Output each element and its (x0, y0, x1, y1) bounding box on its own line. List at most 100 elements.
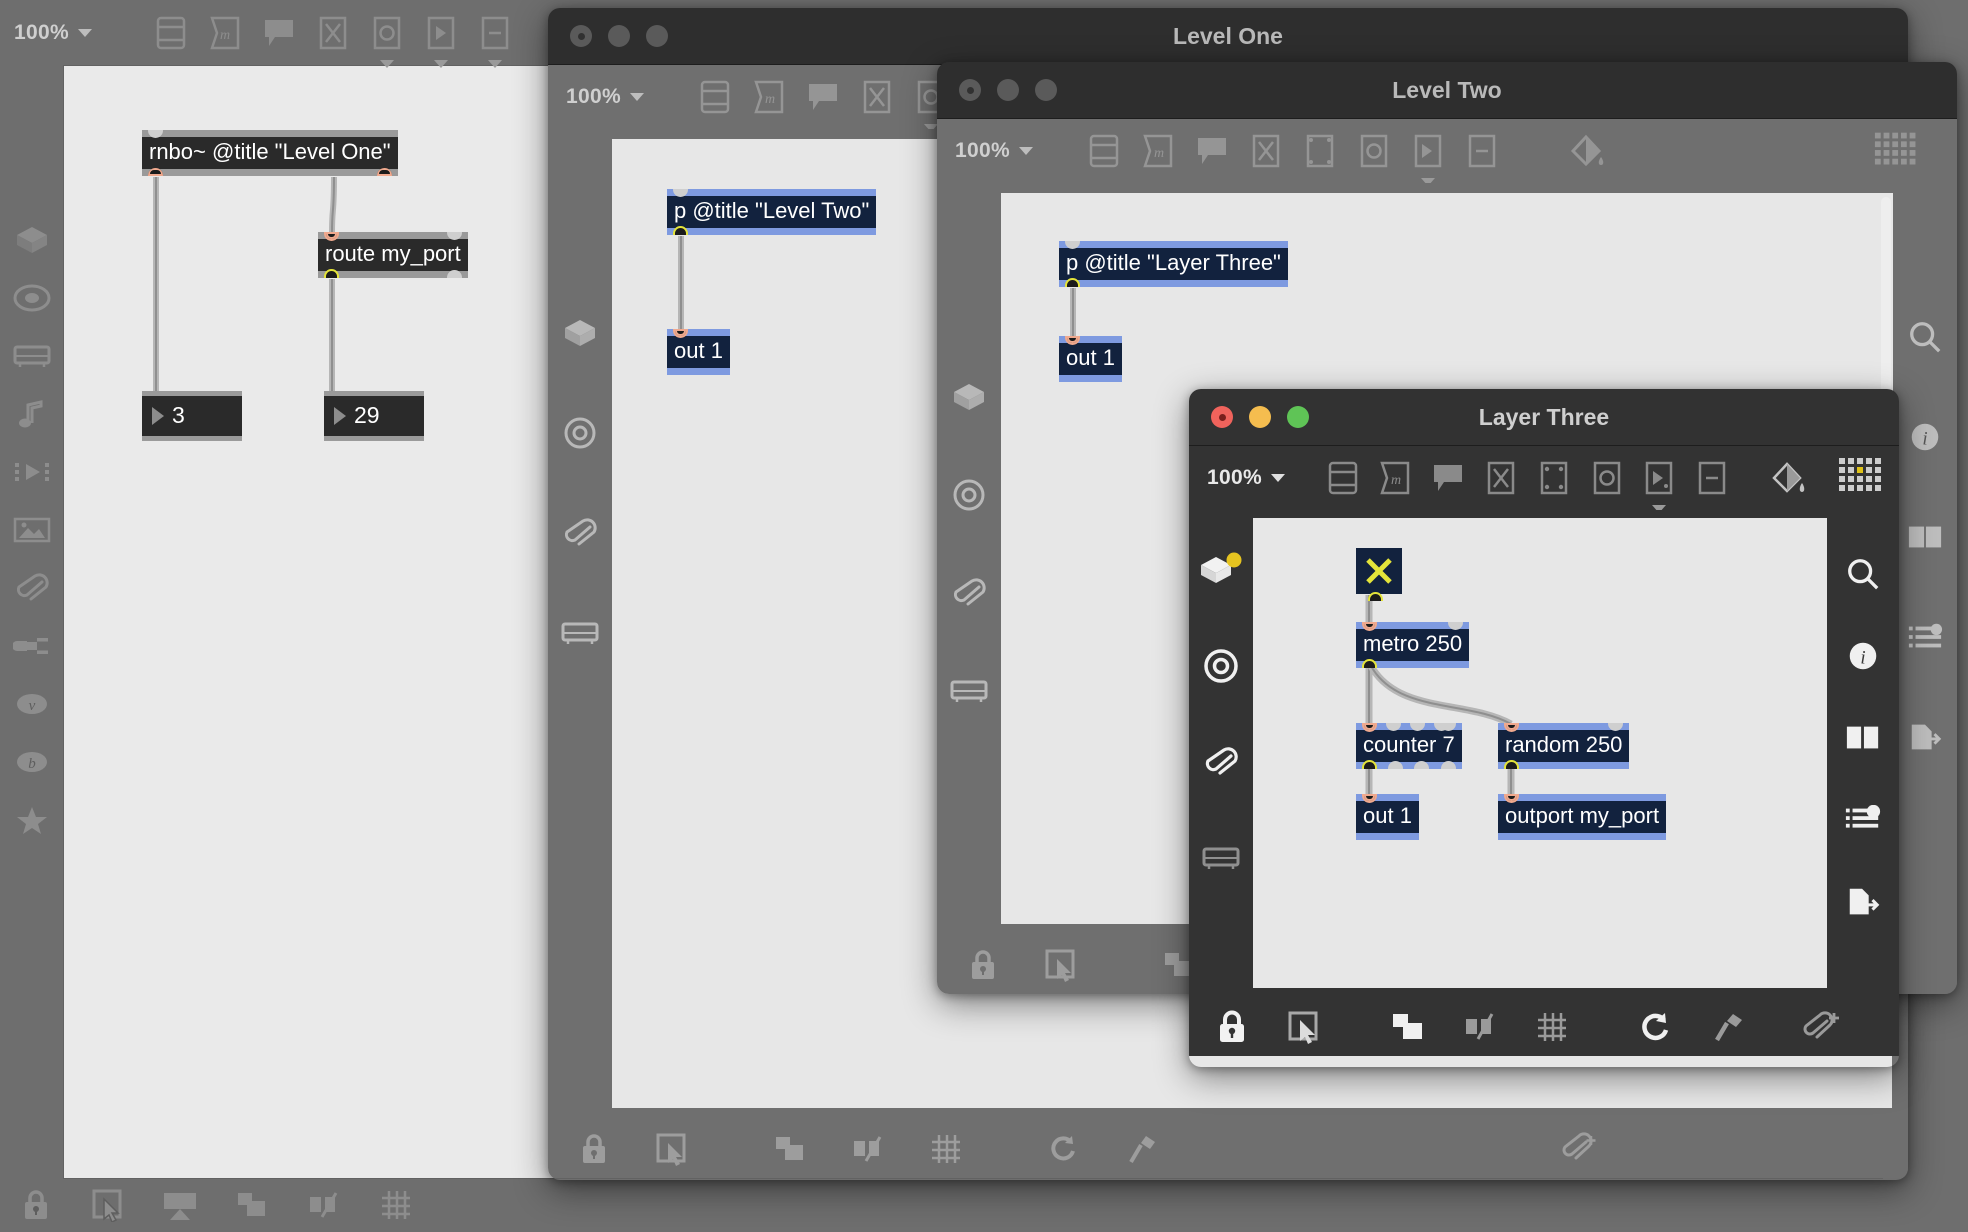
toggle-object[interactable] (1356, 548, 1402, 601)
paint-icon[interactable] (1760, 455, 1813, 501)
message-icon[interactable]: m (198, 10, 252, 56)
window-bottom-toolbar[interactable] (548, 1120, 1908, 1178)
toggle-icon[interactable] (1475, 455, 1528, 501)
message-icon[interactable]: m (742, 74, 796, 120)
comment-icon[interactable] (1185, 128, 1239, 174)
chevron-down-icon[interactable] (379, 60, 394, 68)
rnbo-object[interactable]: rnbo~ @title "Level One" (142, 130, 398, 176)
refresh-icon[interactable] (1631, 1003, 1681, 1051)
arrange-icon[interactable] (762, 1125, 818, 1173)
minimize-button[interactable] (997, 79, 1019, 101)
edit-cursor-icon[interactable] (1033, 941, 1089, 989)
close-button[interactable] (1211, 406, 1233, 428)
vizzie-icon[interactable]: v (4, 680, 60, 728)
panel-icon[interactable] (468, 10, 522, 68)
paperclip-icon[interactable] (552, 509, 608, 557)
window-left-sidebar[interactable] (937, 183, 1001, 936)
inlet[interactable] (1065, 336, 1080, 345)
root-left-sidebar[interactable]: v b (0, 66, 64, 1178)
edit-cursor-icon[interactable] (80, 1181, 136, 1229)
comment-icon[interactable] (252, 10, 306, 56)
comment-icon[interactable] (796, 74, 850, 120)
window-toolbar[interactable]: 100% m (1189, 446, 1899, 513)
window-left-sidebar[interactable] (548, 129, 612, 1120)
hammer-icon[interactable] (1114, 1125, 1170, 1173)
inlet-left[interactable] (1504, 723, 1519, 732)
inlet[interactable] (673, 329, 688, 338)
zoom-control[interactable]: 100% (955, 139, 1033, 163)
add-clipping-icon[interactable] (1552, 1125, 1608, 1173)
patcher-canvas[interactable]: metro 250 counter 7 random 250 out 1 out… (1253, 518, 1827, 988)
snap-icon[interactable] (296, 1181, 352, 1229)
window-bottom-toolbar[interactable] (1189, 998, 1899, 1056)
outlet[interactable] (673, 225, 688, 235)
outlet-right[interactable] (446, 269, 462, 278)
search-icon[interactable] (1835, 550, 1891, 598)
chevron-down-icon[interactable] (1018, 147, 1033, 155)
window-controls[interactable] (1189, 406, 1309, 428)
outlet[interactable] (1504, 759, 1519, 769)
inlet[interactable] (673, 189, 688, 197)
parameters-icon[interactable] (1835, 796, 1891, 844)
number-icon[interactable] (1633, 455, 1686, 513)
inlet-right[interactable] (1448, 622, 1464, 630)
root-bottom-toolbar[interactable] (0, 1178, 1968, 1232)
inlet-1[interactable] (1362, 723, 1377, 732)
circle-target-icon[interactable] (941, 471, 997, 519)
close-button[interactable] (959, 79, 981, 101)
parameters-icon[interactable] (1897, 613, 1953, 661)
paperclip-icon[interactable] (941, 569, 997, 617)
grid-palette-icon[interactable] (1873, 128, 1927, 174)
outlet-3[interactable] (1414, 760, 1429, 769)
grid-icon[interactable] (1527, 1003, 1577, 1051)
hammer-icon[interactable] (1703, 1003, 1753, 1051)
snap-icon[interactable] (840, 1125, 896, 1173)
minimize-button[interactable] (608, 25, 630, 47)
inspector-icon[interactable] (688, 74, 742, 120)
metro-object[interactable]: metro 250 (1356, 622, 1470, 668)
circle-target-icon[interactable] (1193, 642, 1249, 690)
outlet-object[interactable]: out 1 (1059, 336, 1122, 382)
toggle-icon[interactable] (306, 10, 360, 56)
root-top-toolbar[interactable]: 100% m (14, 0, 522, 68)
grid-icon[interactable] (368, 1181, 424, 1229)
route-object[interactable]: route my_port (318, 232, 468, 278)
inlet[interactable] (1504, 794, 1519, 803)
titlebar[interactable]: Level One (548, 8, 1908, 65)
edit-cursor-icon[interactable] (644, 1125, 700, 1173)
inspector-icon[interactable] (1077, 128, 1131, 174)
inlet[interactable] (1362, 794, 1377, 803)
button-icon[interactable] (1293, 128, 1347, 174)
zoom-button[interactable] (1035, 79, 1057, 101)
keyboard-icon[interactable] (1193, 834, 1249, 882)
window-right-sidebar[interactable]: i (1827, 510, 1899, 998)
inlet[interactable] (148, 130, 163, 138)
inlet-right[interactable] (1608, 723, 1624, 731)
favorites-star-icon[interactable] (4, 796, 60, 844)
patcher-object[interactable]: p @title "Level Two" (667, 189, 877, 235)
comment-icon[interactable] (1422, 455, 1475, 501)
number-box-right[interactable]: 29 (324, 391, 424, 441)
music-note-icon[interactable] (4, 390, 60, 438)
message-icon[interactable]: m (1131, 128, 1185, 174)
zoom-button[interactable] (1287, 406, 1309, 428)
split-view-icon[interactable] (1835, 714, 1891, 762)
circle-target-icon[interactable] (552, 409, 608, 457)
outlet[interactable] (1065, 277, 1080, 287)
outlet-left[interactable] (148, 167, 163, 176)
info-icon[interactable]: i (1897, 413, 1953, 461)
chevron-down-icon[interactable] (77, 29, 92, 37)
outlet-4[interactable] (1440, 760, 1456, 769)
add-clipping-icon[interactable] (1797, 1003, 1847, 1051)
object-explorer-icon[interactable] (1193, 546, 1249, 594)
close-button[interactable] (570, 25, 592, 47)
titlebar[interactable]: Layer Three (1189, 389, 1899, 446)
inlet[interactable] (1065, 241, 1080, 249)
object-explorer-icon[interactable] (4, 216, 60, 264)
paperclip-icon[interactable] (1193, 738, 1249, 786)
inlet-right[interactable] (446, 232, 462, 240)
info-icon[interactable]: i (1835, 632, 1891, 680)
lock-icon[interactable] (955, 941, 1011, 989)
outlet-left[interactable] (324, 268, 339, 278)
window-controls[interactable] (548, 25, 668, 47)
